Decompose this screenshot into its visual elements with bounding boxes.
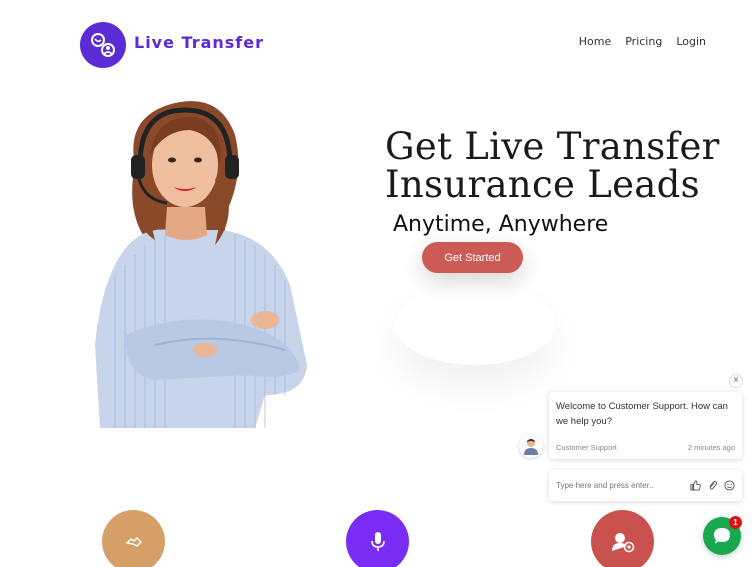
hero-support-agent-image [95, 95, 310, 428]
thumbs-up-icon[interactable] [690, 480, 701, 491]
hero-headline-line1: Get Live Transfer [385, 125, 720, 168]
agent-badge-icon [611, 532, 634, 552]
chat-agent-avatar [519, 434, 543, 458]
nav-pricing[interactable]: Pricing [625, 35, 662, 48]
feature-microphone [346, 510, 409, 567]
chat-close-button[interactable]: × [729, 374, 743, 388]
chat-input-bar [549, 470, 742, 501]
get-started-button[interactable]: Get Started [422, 242, 523, 273]
hero-headline: Get Live Transfer Insurance Leads [385, 128, 720, 204]
nav-home[interactable]: Home [579, 35, 611, 48]
hero-subheadline: Anytime, Anywhere [393, 212, 609, 237]
chat-unread-badge: 1 [729, 516, 742, 529]
chat-message-text: Welcome to Customer Support. How can we … [556, 401, 728, 427]
brand-name[interactable]: Live Transfer [134, 33, 264, 52]
agent-avatar-icon [524, 439, 538, 455]
chat-time: 2 minutes ago [687, 443, 735, 452]
feature-agent [591, 510, 654, 567]
chat-message-card: Welcome to Customer Support. How can we … [549, 392, 742, 459]
cta-shadow [395, 285, 555, 365]
feature-handshake [102, 510, 165, 567]
attachment-icon[interactable] [707, 480, 718, 491]
chat-input-field[interactable] [556, 481, 690, 490]
hero-headline-line2: Insurance Leads [385, 163, 700, 206]
nav-login[interactable]: Login [676, 35, 706, 48]
chat-meta: Customer Support 2 minutes ago [556, 443, 735, 452]
microphone-icon [370, 531, 385, 551]
chat-input-actions [690, 480, 735, 491]
phone-people-icon [91, 33, 115, 57]
brand-logo[interactable] [80, 22, 126, 68]
main-nav: Home Pricing Login [579, 35, 706, 48]
chat-bubble-icon [714, 528, 730, 544]
handshake-icon [125, 536, 142, 547]
chat-sender: Customer Support [556, 443, 617, 452]
emoji-icon[interactable] [724, 480, 735, 491]
